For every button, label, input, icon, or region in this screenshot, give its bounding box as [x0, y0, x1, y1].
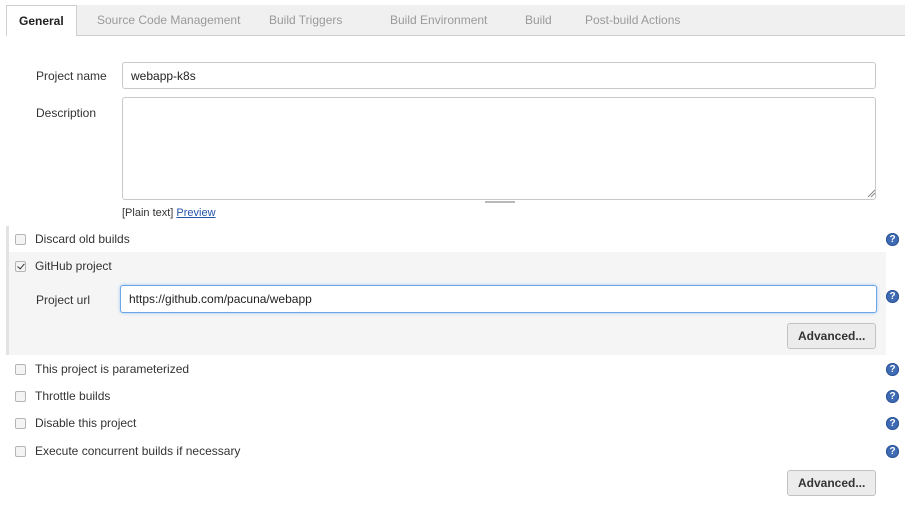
- help-icon[interactable]: ?: [886, 290, 899, 303]
- description-format-hint: [Plain text] Preview: [122, 207, 216, 219]
- disable-project-label: Disable this project: [35, 416, 137, 430]
- config-tab-bar: General Source Code Management Build Tri…: [6, 5, 905, 37]
- github-advanced-button[interactable]: Advanced...: [787, 323, 876, 349]
- project-name-input[interactable]: [122, 62, 876, 89]
- project-url-label: Project url: [36, 293, 91, 307]
- concurrent-builds-label: Execute concurrent builds if necessary: [35, 444, 241, 458]
- tab-source-code-management[interactable]: Source Code Management: [97, 5, 240, 36]
- throttle-builds-checkbox[interactable]: [15, 391, 26, 402]
- tab-build[interactable]: Build: [525, 5, 552, 36]
- disable-project-checkbox[interactable]: [15, 418, 26, 429]
- throttle-builds-label: Throttle builds: [35, 389, 111, 403]
- advanced-button[interactable]: Advanced...: [787, 470, 876, 496]
- help-icon[interactable]: ?: [886, 390, 899, 403]
- github-project-checkbox[interactable]: [15, 261, 26, 272]
- description-textarea[interactable]: [122, 97, 876, 200]
- discard-old-builds-label: Discard old builds: [35, 232, 130, 246]
- tab-general[interactable]: General: [6, 5, 77, 37]
- concurrent-builds-checkbox[interactable]: [15, 446, 26, 457]
- textarea-drag-handle[interactable]: [485, 201, 515, 203]
- section-left-border: [6, 226, 9, 355]
- help-icon[interactable]: ?: [886, 417, 899, 430]
- resize-grip-icon[interactable]: [866, 188, 876, 198]
- preview-link[interactable]: Preview: [176, 207, 215, 219]
- help-icon[interactable]: ?: [886, 445, 899, 458]
- github-project-label: GitHub project: [35, 259, 112, 273]
- parameterized-label: This project is parameterized: [35, 362, 190, 376]
- parameterized-checkbox[interactable]: [15, 364, 26, 375]
- tab-build-triggers[interactable]: Build Triggers: [269, 5, 342, 36]
- project-url-input[interactable]: [120, 285, 877, 313]
- help-icon[interactable]: ?: [886, 233, 899, 246]
- tab-post-build-actions[interactable]: Post-build Actions: [585, 5, 680, 36]
- project-name-label: Project name: [36, 69, 107, 83]
- help-icon[interactable]: ?: [886, 363, 899, 376]
- description-label: Description: [36, 106, 97, 120]
- discard-old-builds-checkbox[interactable]: [15, 234, 26, 245]
- tab-build-environment[interactable]: Build Environment: [390, 5, 487, 36]
- plain-text-label: [Plain text]: [122, 207, 174, 219]
